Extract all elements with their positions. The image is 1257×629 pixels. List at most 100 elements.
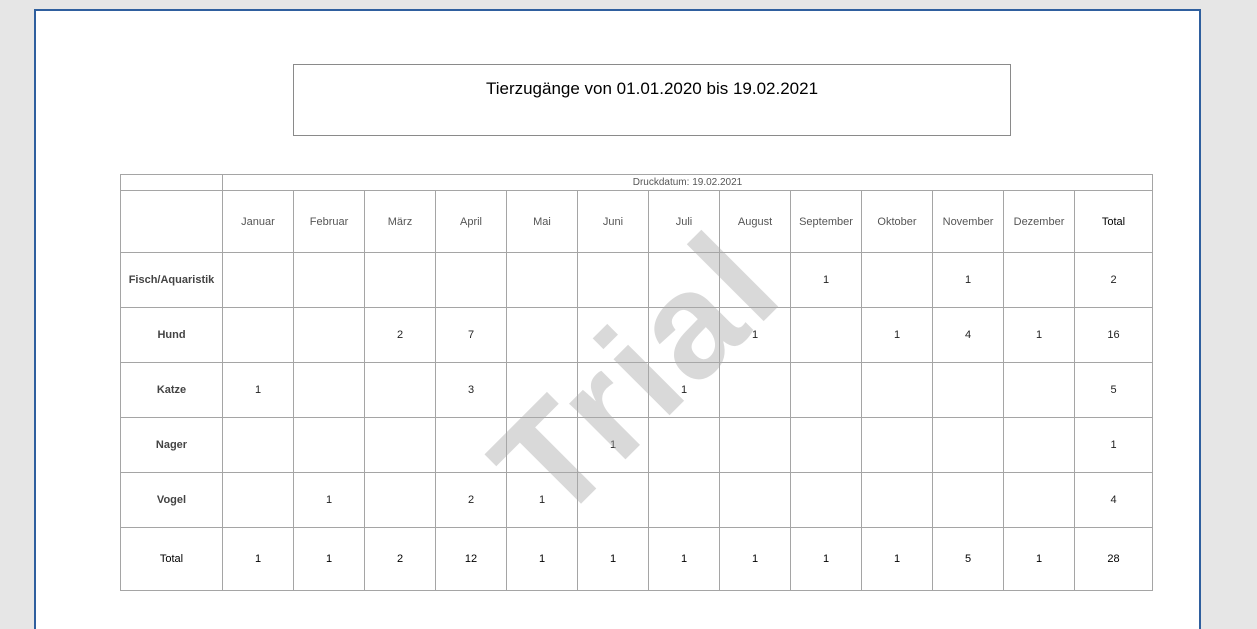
table-cell: 1 (790, 252, 862, 308)
table-cell: 1 (861, 307, 933, 363)
table-cell (364, 362, 436, 418)
report-title: Tierzugänge von 01.01.2020 bis 19.02.202… (485, 79, 819, 98)
corner-cell (120, 174, 223, 191)
report-title-box: Tierzugänge von 01.01.2020 bis 19.02.202… (293, 64, 1011, 136)
total-cell: 1 (577, 527, 649, 591)
table-cell: 4 (1074, 472, 1153, 528)
table-cell (293, 362, 365, 418)
table-cell (719, 417, 791, 473)
total-cell: 1 (1003, 527, 1075, 591)
table-cell (719, 362, 791, 418)
table-cell (648, 307, 720, 363)
table-cell: 2 (1074, 252, 1153, 308)
table-cell (435, 252, 507, 308)
table-cell (577, 252, 649, 308)
table-cell (648, 417, 720, 473)
table-cell (790, 362, 862, 418)
row-label: Hund (120, 307, 223, 363)
table-cell (435, 417, 507, 473)
column-header: Oktober (861, 190, 933, 253)
total-cell: 2 (364, 527, 436, 591)
table-cell: 1 (1003, 307, 1075, 363)
table-cell: 2 (364, 307, 436, 363)
table-cell (364, 252, 436, 308)
table-cell (932, 362, 1004, 418)
table-cell: 1 (506, 472, 578, 528)
table-cell (364, 417, 436, 473)
table-cell (648, 252, 720, 308)
row-label: Fisch/Aquaristik (120, 252, 223, 308)
row-label: Nager (120, 417, 223, 473)
table-cell: 1 (222, 362, 294, 418)
table-cell (222, 252, 294, 308)
print-date: Druckdatum: 19.02.2021 (222, 174, 1153, 191)
table-cell (861, 417, 933, 473)
table-cell (293, 307, 365, 363)
total-cell: 1 (790, 527, 862, 591)
table-cell: 1 (577, 417, 649, 473)
report-page: Tierzugänge von 01.01.2020 bis 19.02.202… (34, 9, 1201, 629)
column-header: Juni (577, 190, 649, 253)
total-row: Total 1 1 2 12 1 1 1 1 1 1 5 1 28 (120, 527, 1153, 591)
print-date-row: Druckdatum: 19.02.2021 (120, 174, 1153, 191)
total-cell: 1 (293, 527, 365, 591)
table-cell (1003, 362, 1075, 418)
table-cell (577, 362, 649, 418)
total-cell: 1 (861, 527, 933, 591)
table-cell (719, 252, 791, 308)
table-cell (1003, 417, 1075, 473)
column-header: Juli (648, 190, 720, 253)
row-label: Vogel (120, 472, 223, 528)
table-cell (1003, 252, 1075, 308)
column-header: Januar (222, 190, 294, 253)
table-cell: 7 (435, 307, 507, 363)
table-cell (293, 252, 365, 308)
table-cell (506, 417, 578, 473)
table-cell (648, 472, 720, 528)
table-cell (577, 307, 649, 363)
row-label: Katze (120, 362, 223, 418)
column-header: Dezember (1003, 190, 1075, 253)
table-cell (222, 417, 294, 473)
total-cell: 28 (1074, 527, 1153, 591)
table-cell (293, 417, 365, 473)
table-cell (506, 307, 578, 363)
column-header: Februar (293, 190, 365, 253)
table-row: Katze 1 3 1 5 (120, 362, 1153, 418)
column-header: September (790, 190, 862, 253)
column-header: November (932, 190, 1004, 253)
total-cell: 1 (648, 527, 720, 591)
table-row: Hund 2 7 1 1 4 1 16 (120, 307, 1153, 363)
table-cell: 1 (1074, 417, 1153, 473)
table-cell (790, 472, 862, 528)
table-cell (1003, 472, 1075, 528)
table-cell (506, 252, 578, 308)
total-cell: 1 (506, 527, 578, 591)
table-cell (222, 307, 294, 363)
table-cell: 1 (719, 307, 791, 363)
table-row: Fisch/Aquaristik 1 1 2 (120, 252, 1153, 308)
table-row: Nager 1 1 (120, 417, 1153, 473)
table-cell (861, 362, 933, 418)
table-cell (932, 417, 1004, 473)
table-cell (506, 362, 578, 418)
table-cell (719, 472, 791, 528)
month-header-row: Januar Februar März April Mai Juni Juli August S… (120, 190, 1153, 253)
table-cell: 16 (1074, 307, 1153, 363)
table-cell: 3 (435, 362, 507, 418)
table-cell: 5 (1074, 362, 1153, 418)
total-cell: 1 (222, 527, 294, 591)
table-cell (861, 252, 933, 308)
table-cell (790, 307, 862, 363)
table-body: Fisch/Aquaristik 1 1 2 Hund 2 7 1 1 4 1 16 Katze 1 3 1 5… (120, 252, 1153, 591)
total-cell: 5 (932, 527, 1004, 591)
table-cell: 1 (648, 362, 720, 418)
table-cell: 4 (932, 307, 1004, 363)
table-cell (577, 472, 649, 528)
column-header: Mai (506, 190, 578, 253)
report-table: Druckdatum: 19.02.2021 Januar Februar März… (120, 174, 1153, 591)
table-cell (790, 417, 862, 473)
table-cell: 2 (435, 472, 507, 528)
total-cell: 12 (435, 527, 507, 591)
table-cell: 1 (293, 472, 365, 528)
